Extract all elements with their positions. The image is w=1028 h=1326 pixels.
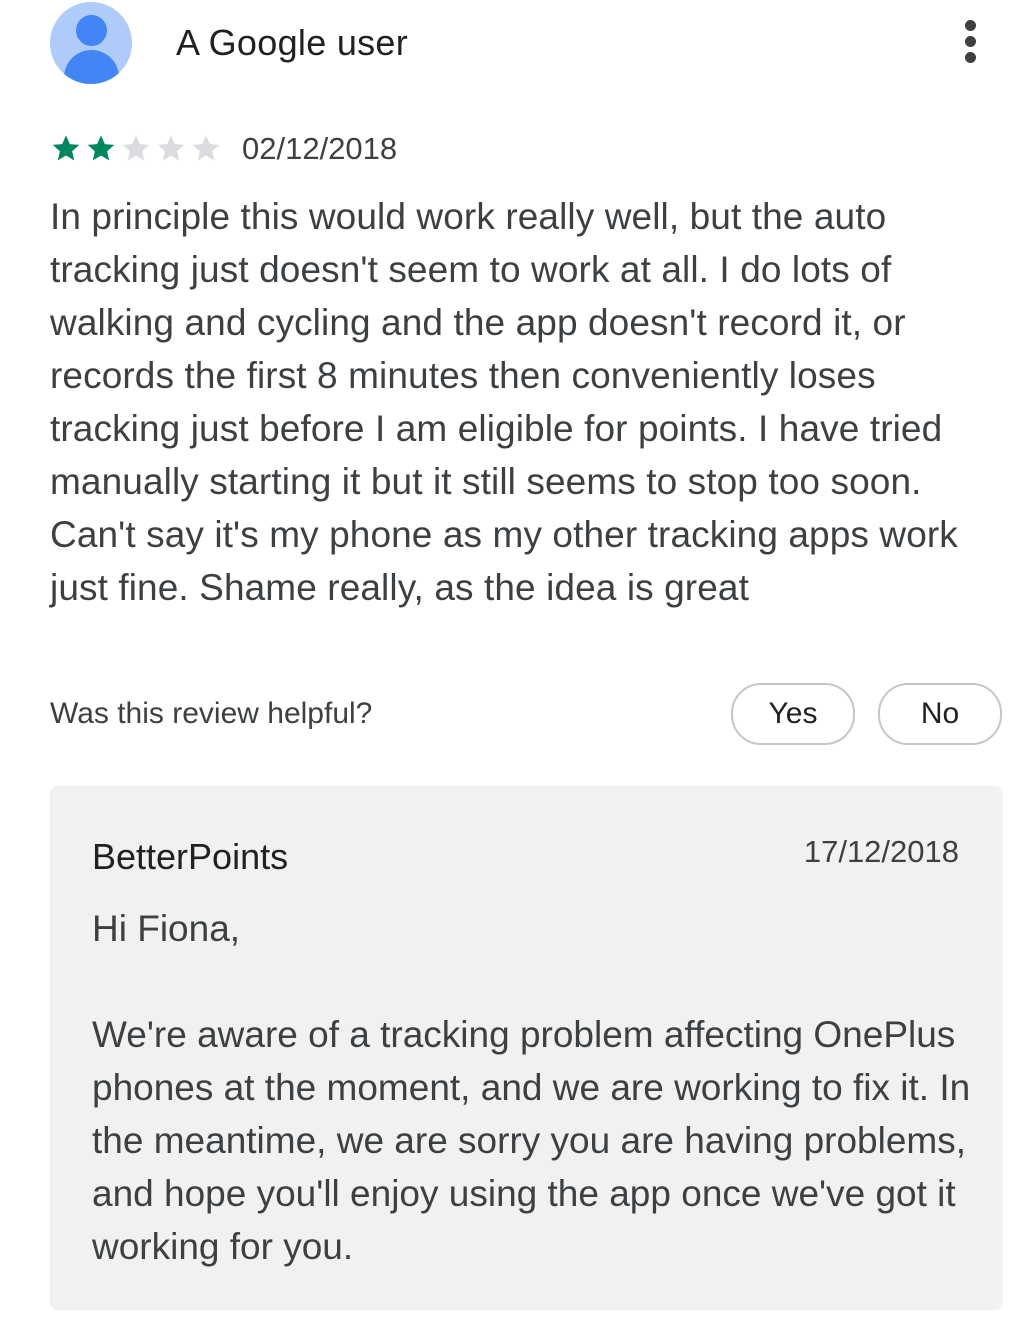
helpful-row: Was this review helpful? Yes No bbox=[50, 683, 1003, 747]
review-text: In principle this would work really well… bbox=[50, 196, 958, 608]
developer-reply-text: Hi Fiona, We're aware of a tracking prob… bbox=[92, 902, 972, 1273]
avatar-head bbox=[76, 15, 107, 46]
review-date: 02/12/2018 bbox=[242, 131, 398, 166]
review-header: A Google user bbox=[0, 0, 1028, 90]
rating-row: 02/12/2018 bbox=[50, 128, 650, 168]
developer-reply: BetterPoints 17/12/2018 Hi Fiona, We're … bbox=[50, 786, 1003, 1310]
helpful-no-button[interactable]: No bbox=[878, 683, 1002, 745]
person-avatar-icon bbox=[50, 2, 132, 84]
reply-body: We're aware of a tracking problem affect… bbox=[92, 1014, 971, 1267]
avatar-body bbox=[64, 50, 119, 84]
star-empty-icon bbox=[122, 135, 150, 161]
star-empty-icon bbox=[192, 135, 220, 161]
review-author: A Google user bbox=[176, 22, 409, 63]
star-filled-icon bbox=[52, 135, 80, 161]
star-filled-icon bbox=[87, 135, 115, 161]
more-vert-icon[interactable] bbox=[955, 15, 989, 67]
star-rating bbox=[50, 132, 225, 164]
more-dot bbox=[965, 52, 976, 63]
star-empty-icon bbox=[157, 135, 185, 161]
developer-name: BetterPoints bbox=[92, 836, 289, 877]
developer-reply-date: 17/12/2018 bbox=[803, 834, 959, 869]
reply-greeting: Hi Fiona, bbox=[92, 908, 241, 949]
more-dot bbox=[965, 20, 976, 31]
helpful-yes-button[interactable]: Yes bbox=[731, 683, 855, 745]
more-dot bbox=[965, 36, 976, 47]
helpful-question: Was this review helpful? bbox=[50, 697, 373, 730]
